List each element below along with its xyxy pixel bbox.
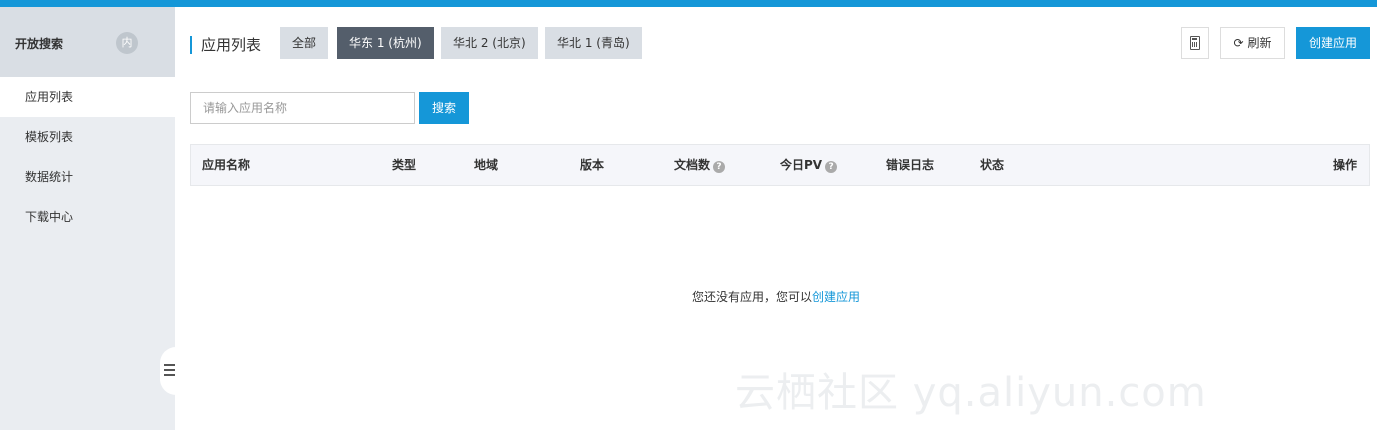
- search-input[interactable]: [190, 92, 415, 124]
- sidebar-item-download-center[interactable]: 下载中心: [0, 197, 175, 237]
- sidebar-header: 开放搜索 内: [0, 7, 175, 77]
- sidebar-item-app-list[interactable]: 应用列表: [0, 77, 175, 117]
- calculator-button[interactable]: [1181, 27, 1209, 59]
- region-tab-beijing[interactable]: 华北 2 (北京): [441, 27, 538, 59]
- sidebar-collapse-toggle[interactable]: [160, 347, 176, 395]
- calculator-icon: [1190, 36, 1200, 50]
- refresh-button[interactable]: ⟳ 刷新: [1220, 27, 1285, 59]
- page-title: 应用列表: [190, 36, 261, 54]
- sidebar-item-data-stats[interactable]: 数据统计: [0, 157, 175, 197]
- empty-state-text: 您还没有应用，您可以: [691, 290, 812, 304]
- create-app-button[interactable]: 创建应用: [1296, 27, 1370, 59]
- empty-state: 您还没有应用，您可以创建应用: [175, 288, 1377, 305]
- col-actions: 操作: [1333, 158, 1358, 172]
- region-tab-qingdao[interactable]: 华北 1 (青岛): [545, 27, 642, 59]
- region-tab-hangzhou[interactable]: 华东 1 (杭州): [337, 27, 434, 59]
- table-header: 应用名称 类型 地域 版本 文档数? 今日PV? 错误日志 状态 操作: [190, 144, 1370, 186]
- col-doc-count: 文档数?: [674, 145, 726, 185]
- refresh-icon: ⟳: [1233, 36, 1244, 50]
- empty-state-create-link[interactable]: 创建应用: [812, 290, 860, 304]
- refresh-label: 刷新: [1247, 36, 1272, 50]
- col-today-pv: 今日PV?: [780, 145, 838, 185]
- col-version: 版本: [580, 158, 605, 172]
- sidebar-item-template-list[interactable]: 模板列表: [0, 117, 175, 157]
- watermark: 云栖社区 yq.aliyun.com: [735, 370, 1207, 416]
- col-region: 地域: [474, 158, 499, 172]
- help-icon[interactable]: ?: [825, 161, 838, 173]
- search-button[interactable]: 搜索: [419, 92, 469, 124]
- col-status: 状态: [980, 158, 1005, 172]
- region-tab-all[interactable]: 全部: [280, 27, 329, 59]
- help-icon[interactable]: ?: [713, 161, 726, 173]
- top-accent-bar: [0, 0, 1377, 7]
- col-today-pv-label: 今日PV: [780, 158, 823, 172]
- list-collapse-icon: [164, 364, 175, 378]
- internal-badge: 内: [116, 32, 138, 54]
- col-doc-count-label: 文档数: [674, 158, 711, 172]
- sidebar: 开放搜索 内 应用列表 模板列表 数据统计 下载中心: [0, 7, 176, 430]
- product-title: 开放搜索: [15, 37, 64, 51]
- col-app-name: 应用名称: [202, 158, 251, 172]
- col-type: 类型: [392, 158, 417, 172]
- col-error-log: 错误日志: [886, 158, 935, 172]
